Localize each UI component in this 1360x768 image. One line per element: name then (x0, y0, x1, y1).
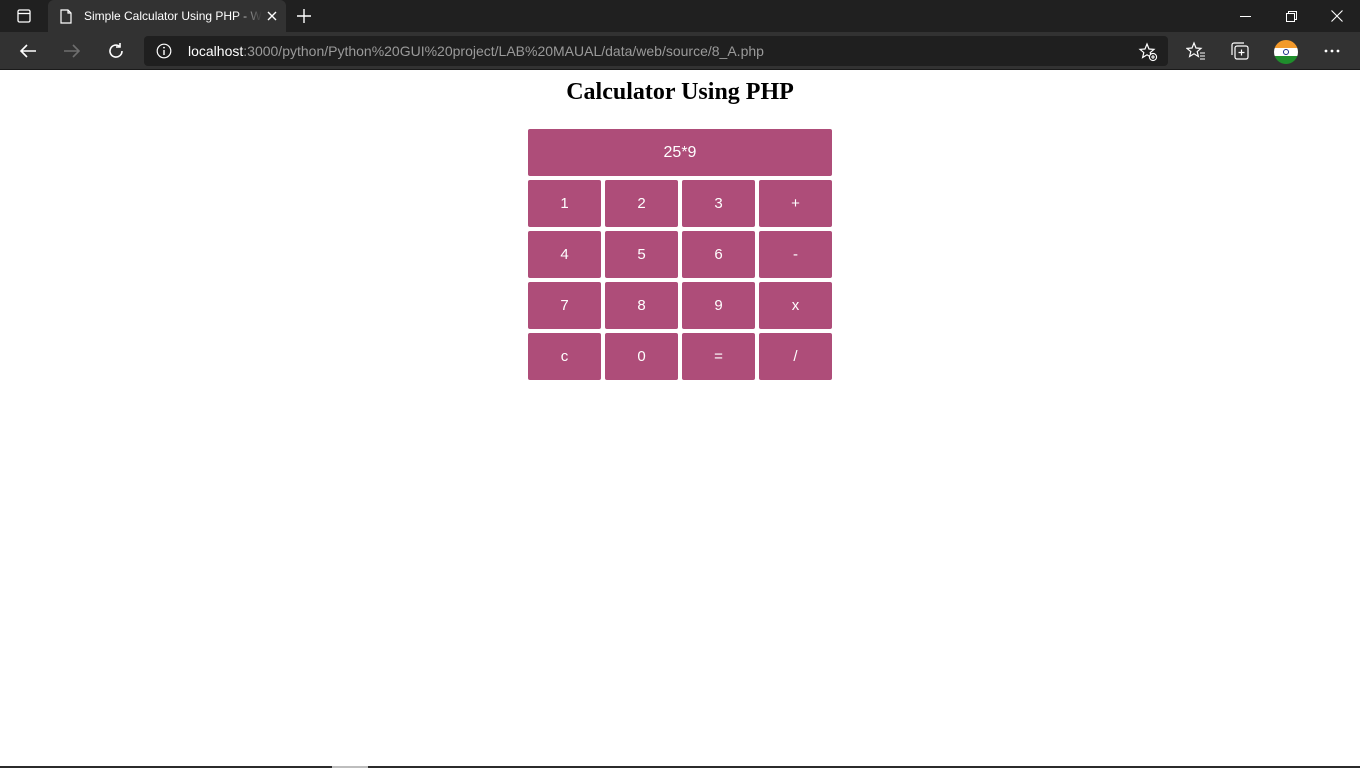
key-4-button[interactable]: 4 (528, 231, 601, 278)
more-options-icon[interactable] (1316, 35, 1348, 67)
profile-avatar-icon[interactable] (1274, 40, 1298, 64)
key-0-button[interactable]: 0 (605, 333, 678, 380)
key-equals-button[interactable]: = (682, 333, 755, 380)
calculator: 25*9 1 2 3 + 4 5 6 - 7 8 9 x c 0 = / (528, 129, 832, 380)
key-7-button[interactable]: 7 (528, 282, 601, 329)
calculator-display[interactable]: 25*9 (528, 129, 832, 176)
key-8-button[interactable]: 8 (605, 282, 678, 329)
collections-icon[interactable] (1224, 35, 1256, 67)
calculator-keypad: 1 2 3 + 4 5 6 - 7 8 9 x c 0 = / (528, 180, 832, 380)
key-3-button[interactable]: 3 (682, 180, 755, 227)
web-page: Calculator Using PHP 25*9 1 2 3 + 4 5 6 … (0, 71, 1360, 766)
restore-icon[interactable] (1268, 0, 1314, 32)
key-subtract-button[interactable]: - (759, 231, 832, 278)
url-host: localhost (188, 43, 244, 59)
page-icon (58, 8, 74, 24)
favorites-icon[interactable] (1180, 35, 1212, 67)
address-bar[interactable]: localhost:3000/python/Python%20GUI%20pro… (144, 36, 1168, 66)
new-tab-icon[interactable] (294, 6, 314, 26)
key-multiply-button[interactable]: x (759, 282, 832, 329)
close-window-icon[interactable] (1314, 0, 1360, 32)
add-favorite-icon[interactable] (1138, 42, 1158, 62)
url-text[interactable]: localhost:3000/python/Python%20GUI%20pro… (188, 43, 764, 59)
site-info-icon[interactable] (156, 43, 172, 59)
close-tab-icon[interactable] (264, 8, 280, 24)
tab-title: Simple Calculator Using PHP - W (84, 9, 262, 23)
key-add-button[interactable]: + (759, 180, 832, 227)
refresh-icon[interactable] (100, 35, 132, 67)
title-bar: Simple Calculator Using PHP - W (0, 0, 1360, 32)
browser-tab[interactable]: Simple Calculator Using PHP - W (48, 0, 286, 32)
key-5-button[interactable]: 5 (605, 231, 678, 278)
key-clear-button[interactable]: c (528, 333, 601, 380)
url-path: :3000/python/Python%20GUI%20project/LAB%… (243, 43, 764, 59)
key-6-button[interactable]: 6 (682, 231, 755, 278)
page-title: Calculator Using PHP (566, 79, 794, 105)
tab-actions-icon[interactable] (12, 8, 36, 24)
flag-chakra-icon (1283, 49, 1289, 55)
key-divide-button[interactable]: / (759, 333, 832, 380)
key-2-button[interactable]: 2 (605, 180, 678, 227)
key-1-button[interactable]: 1 (528, 180, 601, 227)
key-9-button[interactable]: 9 (682, 282, 755, 329)
back-icon[interactable] (12, 35, 44, 67)
minimize-icon[interactable] (1222, 0, 1268, 32)
forward-icon[interactable] (56, 35, 88, 67)
browser-toolbar: localhost:3000/python/Python%20GUI%20pro… (0, 32, 1360, 70)
